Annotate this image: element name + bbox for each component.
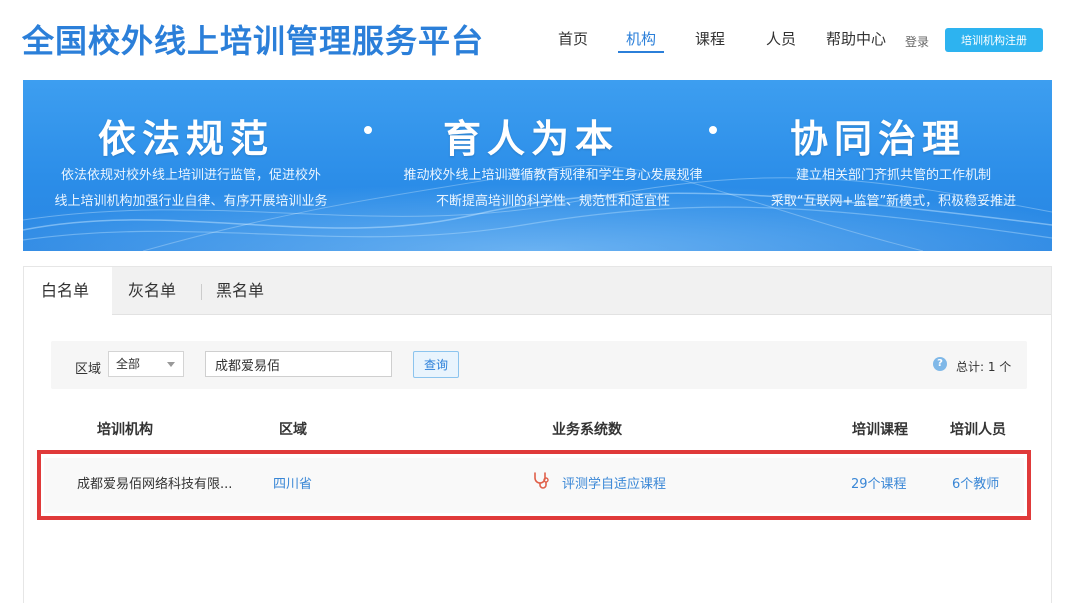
tab-whitelist[interactable]: 白名单 [24,267,112,316]
search-input[interactable] [205,351,392,377]
institution-list-panel: 白名单 灰名单 黑名单 区域 全部 查询 ? 总计: 1 个 培训机构 区域 业… [23,266,1052,603]
column-header-systems: 业务系统数 [552,422,622,438]
hero-banner: 依法规范 育人为本 协同治理 依法依规对校外线上培训进行监管，促进校外 线上培训… [23,80,1052,251]
help-question-icon[interactable]: ? [933,357,947,371]
desc-lawful-line1: 依法依规对校外线上培训进行监管，促进校外 [60,168,321,183]
chevron-down-icon [167,362,175,367]
site-header: 全国校外线上培训管理服务平台 首页 机构 课程 人员 帮助中心 登录 培训机构注… [0,0,1080,80]
region-select-value: 全部 [116,357,141,371]
login-link[interactable]: 登录 [905,33,929,50]
slogan-education: 育人为本 [443,117,620,161]
total-count: 总计: 1 个 [956,360,1012,374]
column-header-staff: 培训人员 [950,422,1006,438]
highlight-annotation-box [37,450,1031,520]
tab-blacklist[interactable]: 黑名单 [216,267,264,315]
register-button[interactable]: 培训机构注册 [945,28,1043,52]
nav-item-courses[interactable]: 课程 [695,28,725,49]
slogan-governance: 协同治理 [790,117,967,161]
column-header-courses: 培训课程 [852,422,908,438]
nav-item-institutions[interactable]: 机构 [617,28,665,53]
tab-graylist[interactable]: 灰名单 [128,267,176,315]
desc-education-line1: 推动校外线上培训遵循教育规律和学生身心发展规律 [403,168,703,183]
region-label: 区域 [75,362,102,377]
desc-governance-line1: 建立相关部门齐抓共管的工作机制 [795,168,991,183]
list-tabs: 白名单 灰名单 黑名单 [24,267,1051,316]
slogan-lawful: 依法规范 [98,117,275,161]
site-title[interactable]: 全国校外线上培训管理服务平台 [22,16,484,62]
tab-divider [201,284,202,300]
separator-dot [364,126,372,134]
filter-bar: 区域 全部 查询 ? 总计: 1 个 [51,341,1027,389]
desc-governance-line2: 采取“互联网+监管”新模式，积极稳妥推进 [770,194,1017,209]
region-select[interactable]: 全部 [108,351,184,377]
query-button[interactable]: 查询 [413,351,459,378]
desc-education-line2: 不断提高培训的科学性、规范性和适宜性 [435,194,670,209]
desc-lawful-line2: 线上培训机构加强行业自律、有序开展培训业务 [54,194,328,209]
column-header-region: 区域 [279,422,307,438]
nav-item-personnel[interactable]: 人员 [766,28,796,49]
column-header-institution: 培训机构 [97,422,153,438]
separator-dot [709,126,717,134]
nav-item-help-center[interactable]: 帮助中心 [826,28,886,49]
nav-item-home[interactable]: 首页 [558,28,588,49]
